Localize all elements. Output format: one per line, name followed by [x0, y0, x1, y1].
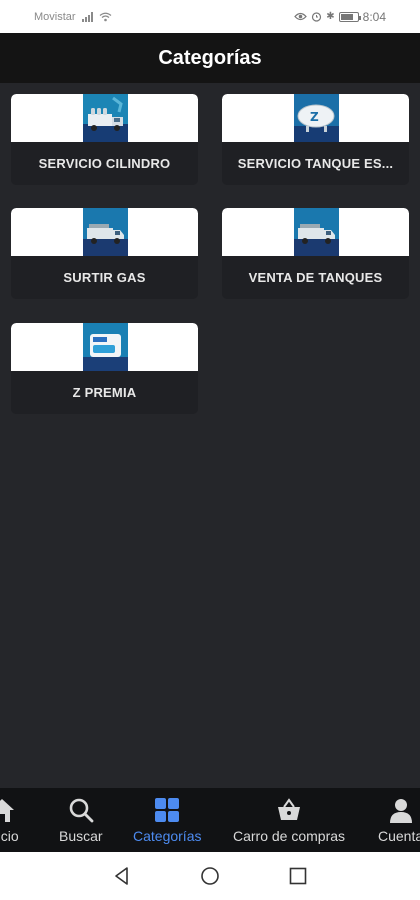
- nav-label: Buscar: [59, 828, 103, 844]
- category-image-area: [222, 208, 409, 256]
- nav-item-inicio[interactable]: Inicio: [0, 796, 19, 844]
- search-icon: [68, 796, 94, 824]
- nav-item-cuenta[interactable]: Cuenta: [378, 796, 420, 844]
- nav-item-carro-de-compras[interactable]: Carro de compras: [233, 796, 345, 844]
- battery-icon: [338, 11, 361, 22]
- bluetooth-icon: ✱: [326, 10, 335, 22]
- signal-icon: [81, 11, 93, 22]
- nav-label: Categorías: [133, 828, 202, 844]
- gas-truck-image: [294, 208, 339, 256]
- nav-item-buscar[interactable]: Buscar: [59, 796, 103, 844]
- carrier-label: Movistar: [34, 10, 76, 23]
- svg-text:Z: Z: [310, 110, 319, 124]
- home-icon: [0, 796, 16, 824]
- category-image-area: [11, 94, 198, 142]
- category-card-servicio-tanque[interactable]: Z SERVICIO TANQUE ES...: [222, 94, 409, 185]
- status-bar: Movistar ✱ 8:04: [0, 0, 420, 33]
- nav-item-categorias[interactable]: Categorías: [133, 796, 201, 844]
- categories-grid: SERVICIO CILINDRO Z SERVICIO TANQUE ES..…: [0, 83, 420, 788]
- back-icon[interactable]: [112, 866, 132, 886]
- wifi-icon: [99, 12, 111, 21]
- category-card-surtir-gas[interactable]: SURTIR GAS: [11, 208, 198, 299]
- status-right: ✱ 8:04: [294, 10, 386, 24]
- category-card-servicio-cilindro[interactable]: SERVICIO CILINDRO: [11, 94, 198, 185]
- bottom-navigation: Inicio Buscar Categorías: [0, 788, 420, 852]
- gas-truck-image: [83, 208, 128, 256]
- status-left: Movistar: [34, 11, 112, 23]
- user-icon: [388, 796, 414, 824]
- app-header: Categorías: [0, 33, 420, 83]
- home-circle-icon[interactable]: [200, 866, 220, 886]
- cylinder-truck-image: [83, 94, 128, 142]
- category-card-venta-tanques[interactable]: VENTA DE TANQUES: [222, 208, 409, 299]
- system-navigation-bar: [0, 852, 420, 900]
- category-image-area: [11, 208, 198, 256]
- category-image-area: Z: [222, 94, 409, 142]
- nav-label: Carro de compras: [233, 828, 346, 844]
- nav-label: Cuenta: [378, 828, 420, 844]
- nav-label: Inicio: [0, 828, 19, 844]
- category-label: SERVICIO TANQUE ES...: [237, 156, 394, 171]
- eye-icon: [294, 12, 308, 21]
- category-card-z-premia[interactable]: Z PREMIA: [11, 323, 198, 414]
- zeta-card-image: [83, 323, 128, 371]
- category-label: Z PREMIA: [72, 385, 137, 400]
- grid-icon: [154, 796, 180, 824]
- basket-icon: [276, 796, 302, 824]
- category-label: SURTIR GAS: [63, 270, 146, 285]
- category-image-area: [11, 323, 198, 371]
- status-time: 8:04: [362, 9, 386, 24]
- recents-square-icon[interactable]: [288, 866, 308, 886]
- stationary-tank-image: Z: [294, 94, 339, 142]
- page-title: Categorías: [158, 46, 262, 69]
- category-label: VENTA DE TANQUES: [248, 270, 383, 285]
- category-label: SERVICIO CILINDRO: [38, 156, 171, 171]
- alarm-icon: [312, 12, 322, 22]
